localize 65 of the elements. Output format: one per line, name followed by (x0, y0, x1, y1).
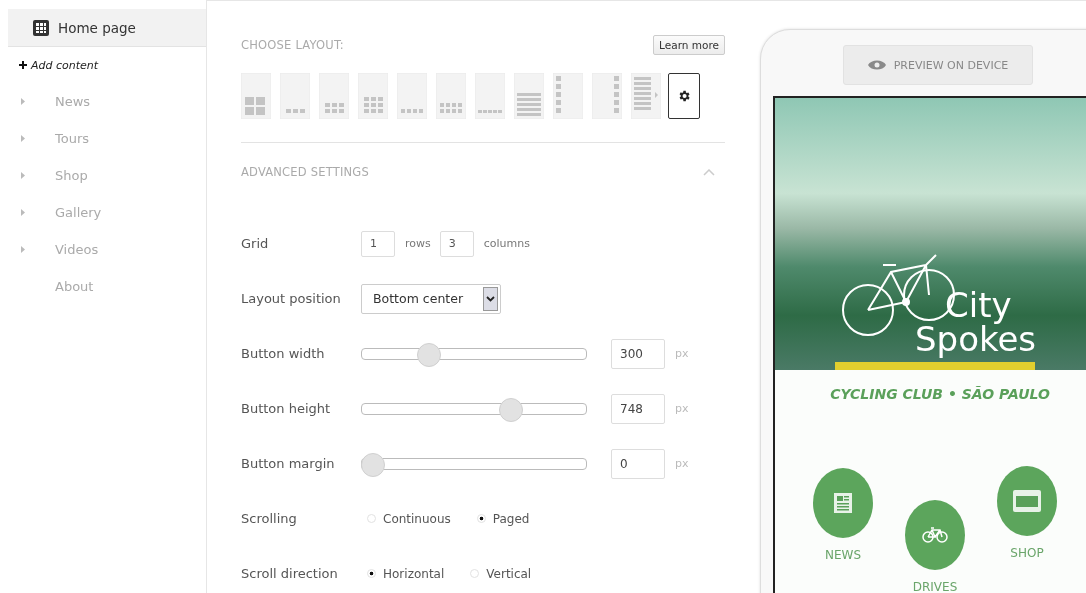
layout-thumbnail[interactable] (358, 73, 388, 119)
layout-thumbnail[interactable] (592, 73, 622, 119)
radio-option[interactable]: Horizontal (367, 566, 445, 581)
card-icon (1013, 490, 1041, 512)
radio-option[interactable]: Paged (476, 511, 530, 526)
columns-input[interactable]: 3 (439, 230, 474, 257)
layout-thumbnail[interactable] (436, 73, 466, 119)
layout-thumbnail[interactable] (553, 73, 583, 119)
setting-label: Scrolling (241, 511, 298, 526)
settings-button[interactable] (668, 73, 700, 119)
caret-icon[interactable] (21, 98, 25, 105)
caret-icon[interactable] (21, 172, 25, 179)
layout-thumbnail[interactable] (397, 73, 427, 119)
section-title: ADVANCED SETTINGS (241, 165, 369, 179)
unit-label: px (675, 402, 689, 415)
bicycle-icon (922, 527, 948, 543)
learn-more-button[interactable]: Learn more (653, 35, 725, 55)
rows-input[interactable]: 1 (361, 230, 395, 257)
slider[interactable] (361, 341, 587, 366)
slider-thumb[interactable] (417, 342, 441, 367)
app-nav-label: NEWS (824, 548, 861, 562)
section-title: CHOOSE LAYOUT: (241, 38, 344, 52)
unit-label: px (675, 457, 689, 470)
layout-thumbnail[interactable] (241, 73, 271, 119)
layout-thumbnail[interactable] (631, 73, 661, 119)
app-nav-label: SHOP (1010, 546, 1044, 560)
caret-icon[interactable] (21, 135, 25, 142)
slider[interactable] (361, 451, 587, 476)
logo-text: City Spokes (915, 288, 1037, 356)
slider-thumb[interactable] (361, 452, 385, 477)
unit-label: rows (405, 237, 431, 250)
plus-icon (19, 61, 27, 69)
setting-label: Layout position (241, 291, 342, 306)
setting-label: Grid (241, 236, 270, 251)
tagline: CYCLING CLUB • SÃO PAULO (829, 386, 1051, 402)
caret-icon[interactable] (21, 246, 25, 253)
radio-button[interactable] (367, 569, 376, 578)
setting-label: Button margin (241, 456, 336, 471)
layout-position-dropdown[interactable]: Bottom center (361, 283, 501, 314)
grid-icon (33, 19, 49, 36)
radio-option[interactable]: Continuous (367, 511, 451, 526)
value-input[interactable]: 300 (611, 338, 665, 369)
layout-thumbnail[interactable] (475, 73, 505, 119)
sidebar-item[interactable]: Home page (8, 9, 206, 47)
setting-label: Button width (241, 346, 326, 361)
caret-icon[interactable] (21, 209, 25, 216)
unit-label: columns (483, 237, 530, 250)
slider[interactable] (361, 396, 587, 421)
slider-thumb[interactable] (499, 397, 523, 422)
gear-icon (677, 89, 691, 103)
layout-thumbnail[interactable] (319, 73, 349, 119)
layout-thumbnail[interactable] (514, 73, 544, 119)
unit-label: px (675, 347, 689, 360)
setting-label: Button height (241, 401, 332, 416)
radio-option[interactable]: Vertical (470, 566, 532, 581)
chevron-icon[interactable] (703, 168, 715, 176)
value-input[interactable]: 0 (611, 448, 665, 479)
sidebar-item[interactable]: Add content (0, 47, 206, 83)
layout-thumbnail[interactable] (280, 73, 310, 119)
app-nav-label: DRIVES (912, 580, 958, 593)
radio-button[interactable] (476, 514, 486, 523)
setting-label: Scroll direction (241, 566, 339, 581)
value-input[interactable]: 748 (611, 393, 665, 424)
newspaper-icon (834, 493, 852, 513)
eye-icon (867, 60, 886, 70)
